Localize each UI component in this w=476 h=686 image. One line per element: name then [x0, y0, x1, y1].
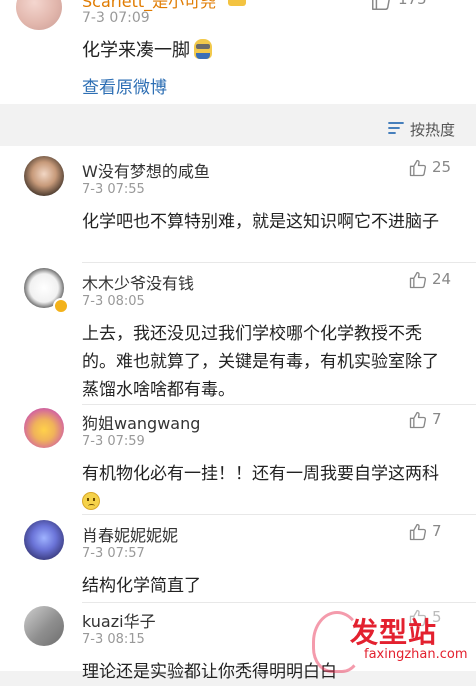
comment-time: 7-3 07:59 — [82, 434, 145, 449]
thumbs-up-icon[interactable] — [408, 608, 428, 628]
comment-time: 7-3 07:55 — [82, 182, 145, 197]
comment-time: 7-3 08:05 — [82, 294, 145, 309]
divider — [82, 404, 476, 405]
like-count: 5 — [432, 608, 442, 626]
avatar[interactable] — [24, 520, 64, 560]
comment-text: 有机物化必有一挂！！还有一周我要自学这两科 — [82, 460, 450, 516]
commenter-name[interactable]: 木木少爷没有钱 — [82, 270, 194, 294]
avatar[interactable] — [24, 408, 64, 448]
post-text-content: 化学来凑一脚 — [82, 40, 190, 61]
like-count: 25 — [432, 158, 452, 176]
divider — [82, 602, 476, 603]
commenter-name[interactable]: kuazi华子 — [82, 608, 156, 632]
thumbs-up-icon[interactable] — [408, 410, 428, 430]
thumbs-up-icon[interactable] — [408, 522, 428, 542]
divider — [82, 514, 476, 515]
comment-text-content: 有机物化必有一挂！！还有一周我要自学这两科 — [82, 464, 439, 484]
thumbs-up-icon[interactable] — [408, 270, 428, 290]
minion-emoji-icon — [194, 39, 212, 59]
divider — [82, 262, 476, 263]
comment-time: 7-3 07:57 — [82, 546, 145, 561]
post-like-count: 175 — [398, 0, 427, 8]
avatar[interactable] — [24, 156, 64, 196]
thumbs-up-icon[interactable] — [370, 0, 392, 12]
post-author-avatar[interactable] — [16, 0, 62, 30]
post-text: 化学来凑一脚 — [82, 36, 212, 62]
sad-face-emoji-icon — [82, 492, 100, 510]
comment-text: 上去，我还没见过我们学校哪个化学教授不秃的。难也就算了，关键是有毒，有机实验室除… — [82, 324, 439, 400]
avatar[interactable] — [24, 606, 64, 646]
original-post-card: Scarlett_是小可尧 7-3 07:09 175 化学来凑一脚 查看原微博 — [0, 0, 476, 104]
commenter-name[interactable]: 狗姐wangwang — [82, 410, 200, 434]
comment-text: 结构化学简直了 — [82, 576, 201, 596]
like-count: 24 — [432, 270, 452, 288]
comment-text: 理论还是实验都让你秃得明明白白 — [82, 662, 337, 682]
thumbs-up-icon[interactable] — [408, 158, 428, 178]
commenter-name[interactable]: 肖春妮妮妮妮 — [82, 522, 178, 546]
comment-list: W没有梦想的咸鱼 7-3 07:55 25 化学吧也不算特别难，就是这知识啊它不… — [0, 146, 476, 682]
vip-badge-icon — [228, 0, 246, 6]
post-time: 7-3 07:09 — [82, 10, 150, 26]
comment-text: 化学吧也不算特别难，就是这知识啊它不进脑子 — [82, 212, 439, 232]
sort-lines-icon[interactable] — [388, 121, 404, 135]
verified-badge-icon — [53, 298, 69, 314]
sort-by-hot-button[interactable]: 按热度 — [410, 119, 455, 140]
like-count: 7 — [432, 410, 442, 428]
view-original-link[interactable]: 查看原微博 — [82, 73, 167, 98]
like-count: 7 — [432, 522, 442, 540]
commenter-name[interactable]: W没有梦想的咸鱼 — [82, 158, 210, 182]
sort-bar: 按热度 — [0, 114, 476, 144]
comment-time: 7-3 08:15 — [82, 632, 145, 647]
